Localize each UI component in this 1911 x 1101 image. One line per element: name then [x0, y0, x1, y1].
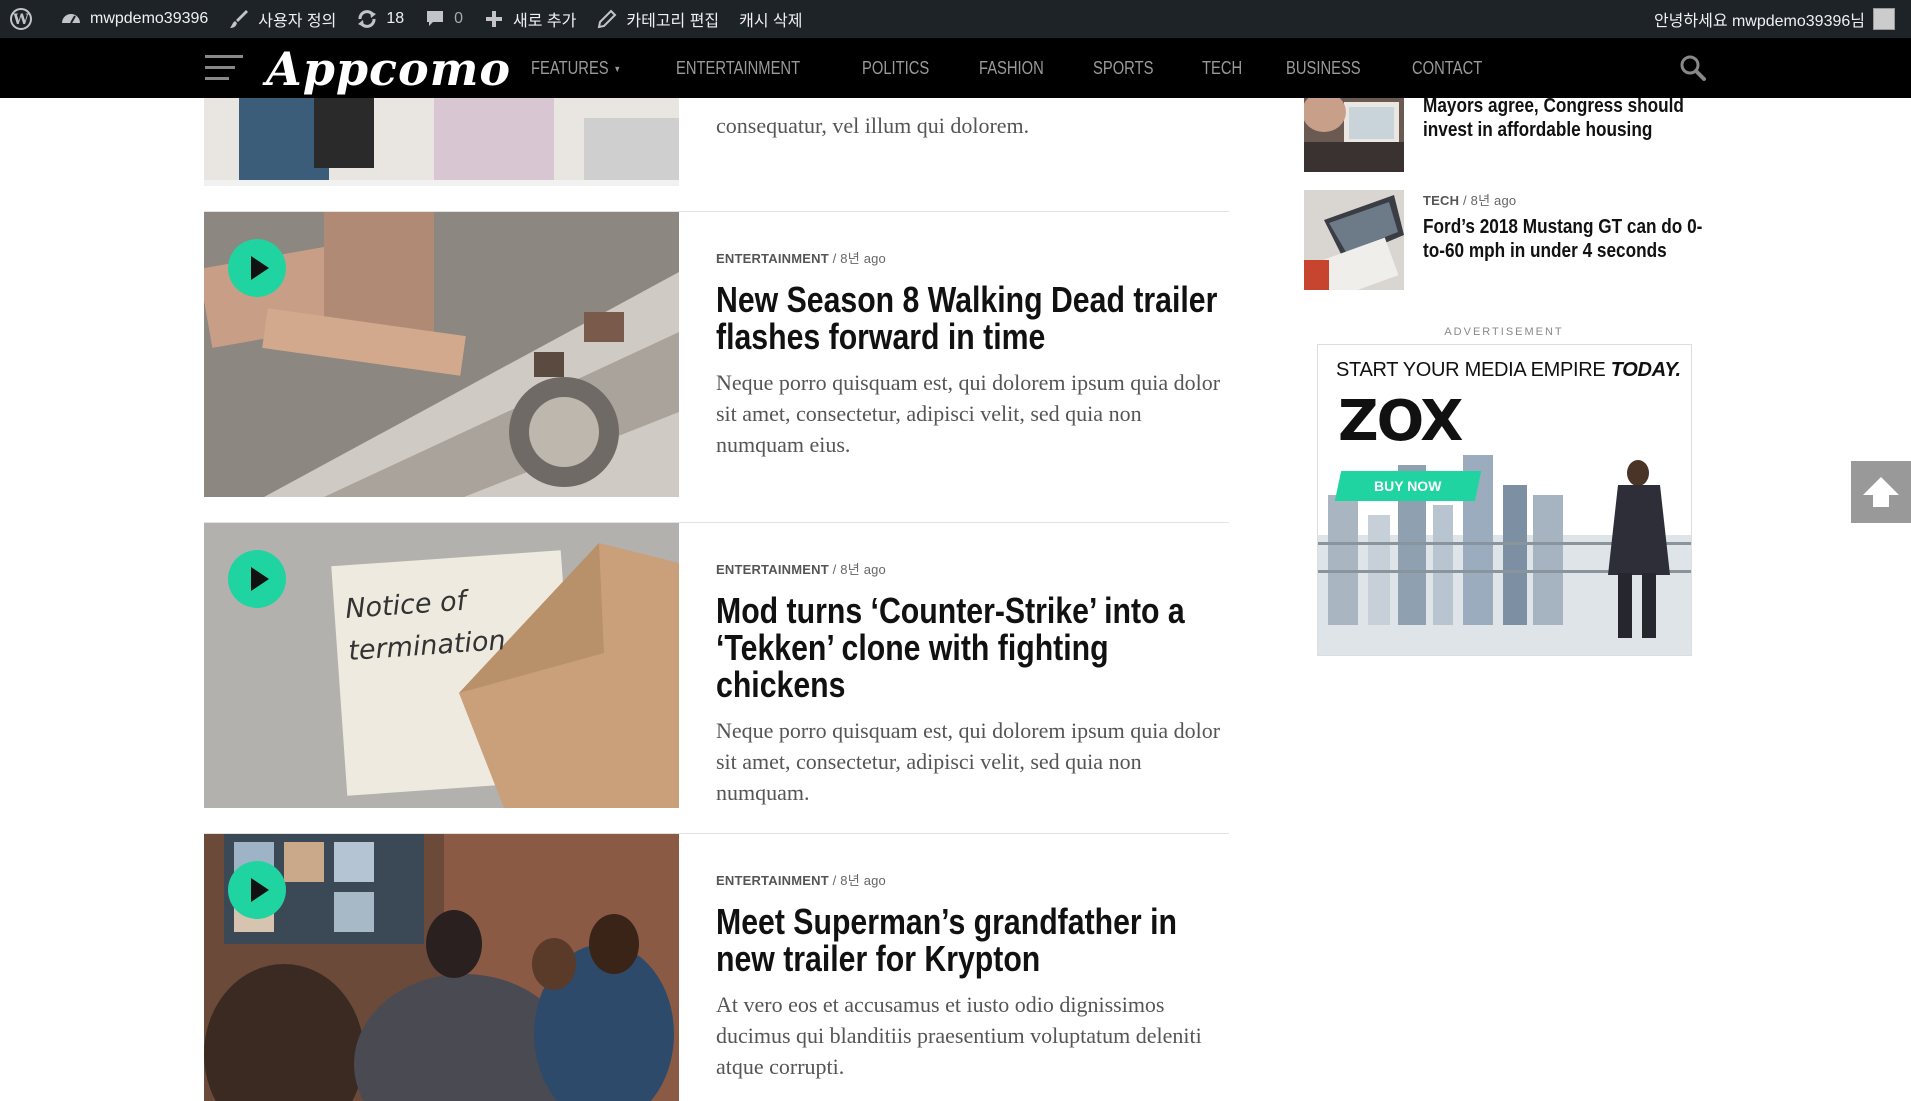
article-body: consequatur, vel illum qui dolorem.	[716, 98, 1226, 141]
nav-link-sports[interactable]: SPORTS	[1093, 58, 1153, 79]
sidebar-post-thumbnail[interactable]	[1304, 190, 1404, 290]
article-meta: ENTERTAINMENT / 8년 ago	[716, 559, 1226, 578]
article-thumbnail[interactable]	[204, 212, 679, 497]
arrow-up-icon	[1863, 477, 1899, 507]
paintbrush-icon	[228, 8, 250, 30]
article-category[interactable]: ENTERTAINMENT	[716, 873, 829, 888]
clear-cache-label: 캐시 삭제	[739, 13, 803, 30]
wp-admin-bar: W mwpdemo39396 사용자 정의 18 0 새로 추가 카테고리 편집…	[0, 0, 1911, 38]
article-body: ENTERTAINMENT / 8년 ago New Season 8 Walk…	[716, 248, 1226, 460]
updates-menu[interactable]: 18	[346, 0, 414, 38]
search-icon[interactable]	[1679, 54, 1707, 82]
plus-icon	[483, 8, 505, 30]
article-item[interactable]: ENTERTAINMENT / 8년 ago Meet Superman’s g…	[204, 834, 1229, 1101]
sidebar-post-title[interactable]: Ford’s 2018 Mustang GT can do 0-to-60 mp…	[1423, 215, 1707, 263]
article-item[interactable]: consequatur, vel illum qui dolorem.	[204, 98, 1229, 186]
edit-category-link[interactable]: 카테고리 편집	[586, 0, 729, 38]
updates-count: 18	[386, 10, 405, 27]
avatar	[1873, 8, 1895, 30]
svg-text:W: W	[12, 12, 29, 28]
refresh-icon	[356, 8, 378, 30]
article-excerpt: Neque porro quisquam est, qui dolorem ip…	[716, 718, 1221, 805]
new-content-label: 새로 추가	[513, 13, 577, 30]
sidebar-post-age: 8년 ago	[1470, 193, 1517, 208]
nav-link-fashion[interactable]: FASHION	[979, 58, 1044, 79]
nav-link-politics[interactable]: POLITICS	[862, 58, 929, 79]
article-body: ENTERTAINMENT / 8년 ago Mod turns ‘Counte…	[716, 559, 1226, 808]
edit-category-label: 카테고리 편집	[626, 13, 720, 30]
article-thumbnail[interactable]	[204, 834, 679, 1101]
sidebar-post-title[interactable]: Mayors agree, Congress should invest in …	[1423, 94, 1707, 142]
article-category[interactable]: ENTERTAINMENT	[716, 251, 829, 266]
article-excerpt: consequatur, vel illum qui dolorem.	[716, 113, 1030, 138]
comments-count: 0	[454, 10, 464, 27]
customize-label: 사용자 정의	[258, 13, 337, 30]
wp-logo-menu[interactable]: W	[0, 0, 50, 38]
article-excerpt: At vero eos et accusamus et iusto odio d…	[716, 992, 1202, 1079]
customize-menu[interactable]: 사용자 정의	[218, 0, 346, 38]
play-icon	[228, 239, 286, 297]
ad-headline-emphasis: TODAY.	[1610, 359, 1681, 381]
new-content-menu[interactable]: 새로 추가	[473, 0, 586, 38]
nav-link-features[interactable]: FEATURES ▼	[531, 58, 621, 79]
play-icon	[228, 550, 286, 608]
ad-buy-now-button[interactable]: BUY NOW	[1334, 471, 1482, 501]
sidebar-post-meta: TECH / 8년 ago	[1423, 190, 1723, 209]
nav-link-tech[interactable]: TECH	[1202, 58, 1242, 79]
main-navigation: Appcomo FEATURES ▼ ENTERTAINMENT POLITICS…	[0, 38, 1911, 98]
article-body: ENTERTAINMENT / 8년 ago Meet Superman’s g…	[716, 870, 1226, 1082]
nav-link-entertainment[interactable]: ENTERTAINMENT	[676, 58, 800, 79]
article-age: 8년 ago	[840, 873, 886, 888]
ad-headline-prefix: START YOUR MEDIA EMPIRE	[1336, 359, 1606, 381]
site-name-menu[interactable]: mwpdemo39396	[50, 0, 218, 38]
article-title[interactable]: Mod turns ‘Counter-Strike’ into a ‘Tekke…	[716, 592, 1220, 703]
greeting-label: 안녕하세요 mwpdemo39396님	[1653, 13, 1865, 30]
sidebar-post-body: TECH / 8년 ago Ford’s 2018 Mustang GT can…	[1423, 190, 1723, 263]
article-meta: ENTERTAINMENT / 8년 ago	[716, 248, 1226, 267]
sidebar-post-category[interactable]: TECH	[1423, 193, 1459, 208]
article-title[interactable]: Meet Superman’s grandfather in new trail…	[716, 903, 1220, 977]
article-age: 8년 ago	[840, 251, 886, 266]
sidebar-post[interactable]: TECH / 8년 ago Ford’s 2018 Mustang GT can…	[1304, 190, 1724, 290]
advertisement-label: ADVERTISEMENT	[1444, 326, 1564, 338]
ad-button-label: BUY NOW	[1374, 478, 1442, 494]
dashboard-icon	[60, 8, 82, 30]
article-thumbnail[interactable]	[204, 98, 679, 186]
site-logo[interactable]: Appcomo	[266, 42, 511, 96]
nav-link-contact[interactable]: CONTACT	[1412, 58, 1482, 79]
hamburger-menu-icon[interactable]	[205, 55, 243, 81]
article-item[interactable]: ENTERTAINMENT / 8년 ago New Season 8 Walk…	[204, 212, 1229, 497]
article-excerpt: Neque porro quisquam est, qui dolorem ip…	[716, 370, 1221, 457]
nav-link-business[interactable]: BUSINESS	[1286, 58, 1361, 79]
article-item[interactable]: Notice of termination ENTERTAINMENT / 8년…	[204, 523, 1229, 808]
meta-separator: /	[1463, 193, 1471, 208]
ad-brand-logo: ZOX	[1338, 389, 1463, 454]
site-name-label: mwpdemo39396	[90, 10, 209, 27]
ad-headline: START YOUR MEDIA EMPIRE TODAY.	[1336, 359, 1681, 382]
article-title[interactable]: New Season 8 Walking Dead trailer flashe…	[716, 281, 1220, 355]
comment-icon	[424, 8, 446, 30]
article-age: 8년 ago	[840, 562, 886, 577]
back-to-top-button[interactable]	[1851, 461, 1911, 523]
play-icon	[228, 861, 286, 919]
article-category[interactable]: ENTERTAINMENT	[716, 562, 829, 577]
wordpress-icon: W	[10, 8, 32, 30]
advertisement-banner[interactable]: START YOUR MEDIA EMPIRE TODAY. ZOX BUY N…	[1317, 344, 1692, 656]
article-thumbnail[interactable]: Notice of termination	[204, 523, 679, 808]
article-meta: ENTERTAINMENT / 8년 ago	[716, 870, 1226, 889]
comments-menu[interactable]: 0	[414, 0, 473, 38]
nav-link-label: FEATURES	[531, 57, 609, 78]
pencil-icon	[596, 8, 618, 30]
chevron-down-icon: ▼	[613, 63, 621, 74]
my-account-menu[interactable]: 안녕하세요 mwpdemo39396님	[1654, 0, 1895, 38]
clear-cache-link[interactable]: 캐시 삭제	[729, 0, 812, 38]
nav-menu: FEATURES ▼ ENTERTAINMENT POLITICS FASHION…	[531, 38, 1532, 98]
